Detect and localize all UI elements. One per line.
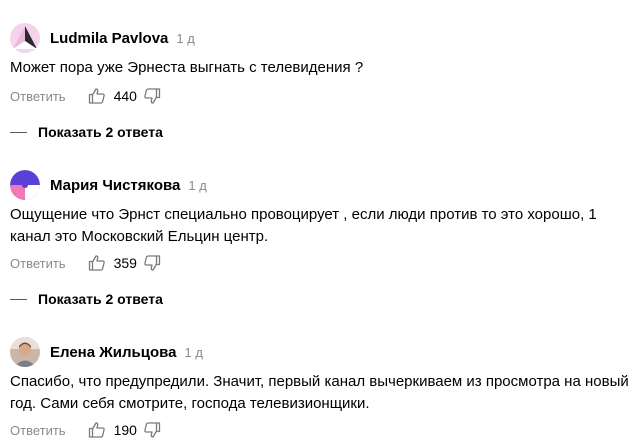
- reply-button[interactable]: Ответить: [10, 89, 66, 104]
- comment-time: 1 д: [184, 344, 203, 360]
- comment-header: Ludmila Pavlova 1 д: [10, 22, 195, 54]
- like-count: 440: [113, 88, 137, 104]
- show-replies-label: Показать 2 ответа: [38, 124, 163, 140]
- comment-header: Елена Жильцова 1 д: [10, 336, 203, 368]
- comment-actions: Ответить 440: [10, 86, 161, 106]
- reply-button[interactable]: Ответить: [10, 256, 66, 271]
- comment-text: Спасибо, что предупредили. Значит, первы…: [10, 373, 629, 412]
- author-name[interactable]: Ludmila Pavlova: [50, 30, 168, 47]
- show-replies-label: Показать 2 ответа: [38, 291, 163, 307]
- reply-button[interactable]: Ответить: [10, 423, 66, 438]
- avatar[interactable]: [10, 337, 40, 367]
- show-replies-button[interactable]: Показать 2 ответа: [10, 122, 163, 142]
- comment-header: Мария Чистякова 1 д: [10, 169, 207, 201]
- comment-actions: Ответить 359: [10, 253, 161, 273]
- replies-divider: [10, 298, 27, 300]
- author-name[interactable]: Мария Чистякова: [50, 177, 180, 194]
- avatar-image: [10, 337, 40, 367]
- thumbs-down-icon[interactable]: [143, 254, 161, 272]
- thumbs-down-icon[interactable]: [143, 421, 161, 439]
- comment-time: 1 д: [188, 177, 207, 193]
- thumbs-down-icon[interactable]: [143, 87, 161, 105]
- show-replies-button[interactable]: Показать 2 ответа: [10, 289, 163, 309]
- comment-text: Может пора уже Эрнеста выгнать с телевид…: [10, 59, 364, 76]
- avatar[interactable]: [10, 170, 40, 200]
- like-count: 190: [113, 422, 137, 438]
- thumbs-up-icon[interactable]: [88, 87, 106, 105]
- like-count: 359: [113, 255, 137, 271]
- comment-text: Ощущение что Эрнст специально провоцируе…: [10, 206, 597, 245]
- replies-divider: [10, 131, 27, 133]
- comment-actions: Ответить 190: [10, 420, 161, 440]
- avatar[interactable]: [10, 23, 40, 53]
- thumbs-up-icon[interactable]: [88, 254, 106, 272]
- author-name[interactable]: Елена Жильцова: [50, 344, 177, 361]
- comment-time: 1 д: [176, 30, 195, 46]
- thumbs-up-icon[interactable]: [88, 421, 106, 439]
- avatar-image: [10, 23, 40, 53]
- avatar-image: [10, 170, 40, 200]
